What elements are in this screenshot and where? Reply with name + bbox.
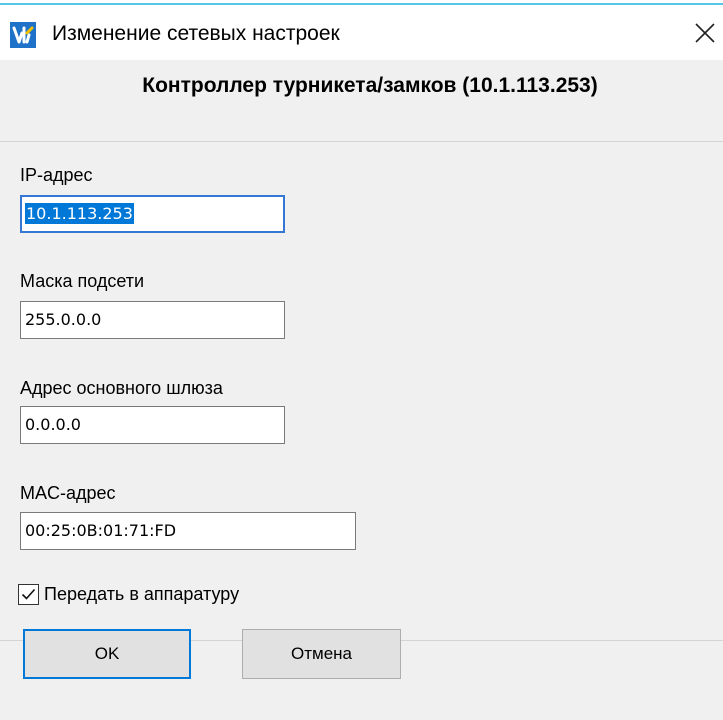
checkbox-box[interactable] xyxy=(18,584,39,605)
cancel-button[interactable]: Отмена xyxy=(242,629,401,679)
transfer-to-hardware-label: Передать в аппаратуру xyxy=(44,584,240,604)
subnet-mask-label: Маска подсети xyxy=(20,271,145,291)
background-window-border xyxy=(0,3,723,5)
subnet-mask-input[interactable]: 255.0.0.0 xyxy=(20,301,285,339)
ip-address-value: 10.1.113.253 xyxy=(25,203,134,224)
title-bar[interactable]: Изменение сетевых настроек xyxy=(0,8,723,60)
close-icon[interactable] xyxy=(690,18,720,48)
ip-address-label: IP-адрес xyxy=(20,165,93,185)
ok-button[interactable]: OK xyxy=(23,629,191,679)
header-divider xyxy=(0,141,723,142)
background-window-edge xyxy=(0,0,723,8)
dialog-header: Контроллер турникета/замков (10.1.113.25… xyxy=(0,60,723,141)
device-title: Контроллер турникета/замков (10.1.113.25… xyxy=(142,74,598,97)
checkmark-icon xyxy=(21,588,36,600)
gateway-input[interactable]: 0.0.0.0 xyxy=(20,406,285,444)
gateway-label: Адрес основного шлюза xyxy=(20,378,223,398)
parsec-logo-icon xyxy=(10,22,36,48)
mac-address-label: MAC-адрес xyxy=(20,483,116,503)
window-title: Изменение сетевых настроек xyxy=(52,22,340,45)
mac-address-input[interactable]: 00:25:0B:01:71:FD xyxy=(20,512,356,550)
ip-address-input[interactable]: 10.1.113.253 xyxy=(20,195,285,233)
dialog-body: Контроллер турникета/замков (10.1.113.25… xyxy=(0,60,723,720)
